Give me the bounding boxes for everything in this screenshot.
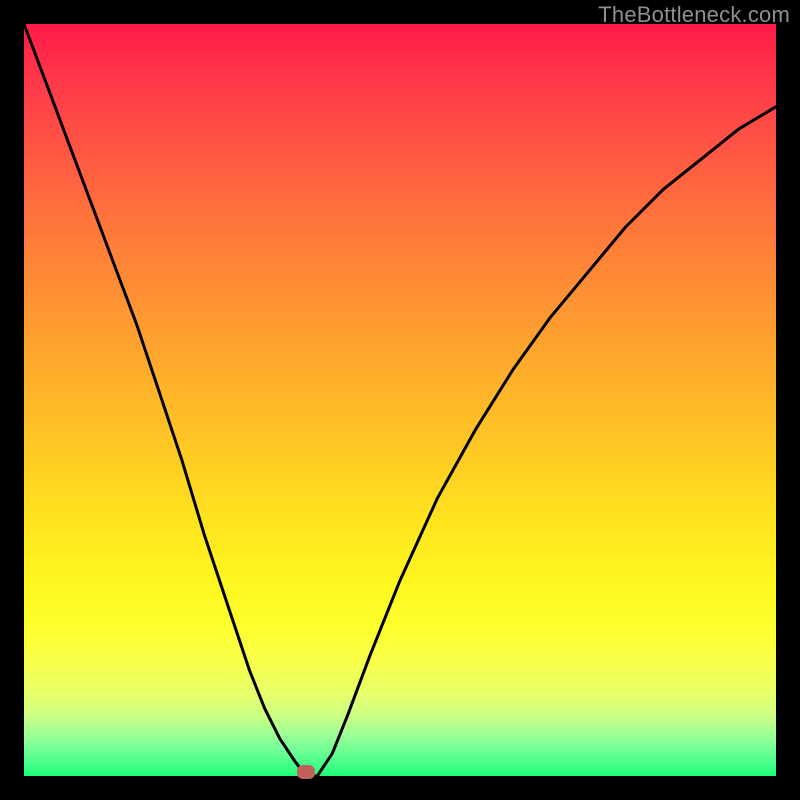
curve-svg [24, 24, 776, 776]
bottleneck-curve [24, 24, 776, 776]
plot-area [24, 24, 776, 776]
chart-frame: TheBottleneck.com [0, 0, 800, 800]
minimum-marker [297, 765, 315, 779]
